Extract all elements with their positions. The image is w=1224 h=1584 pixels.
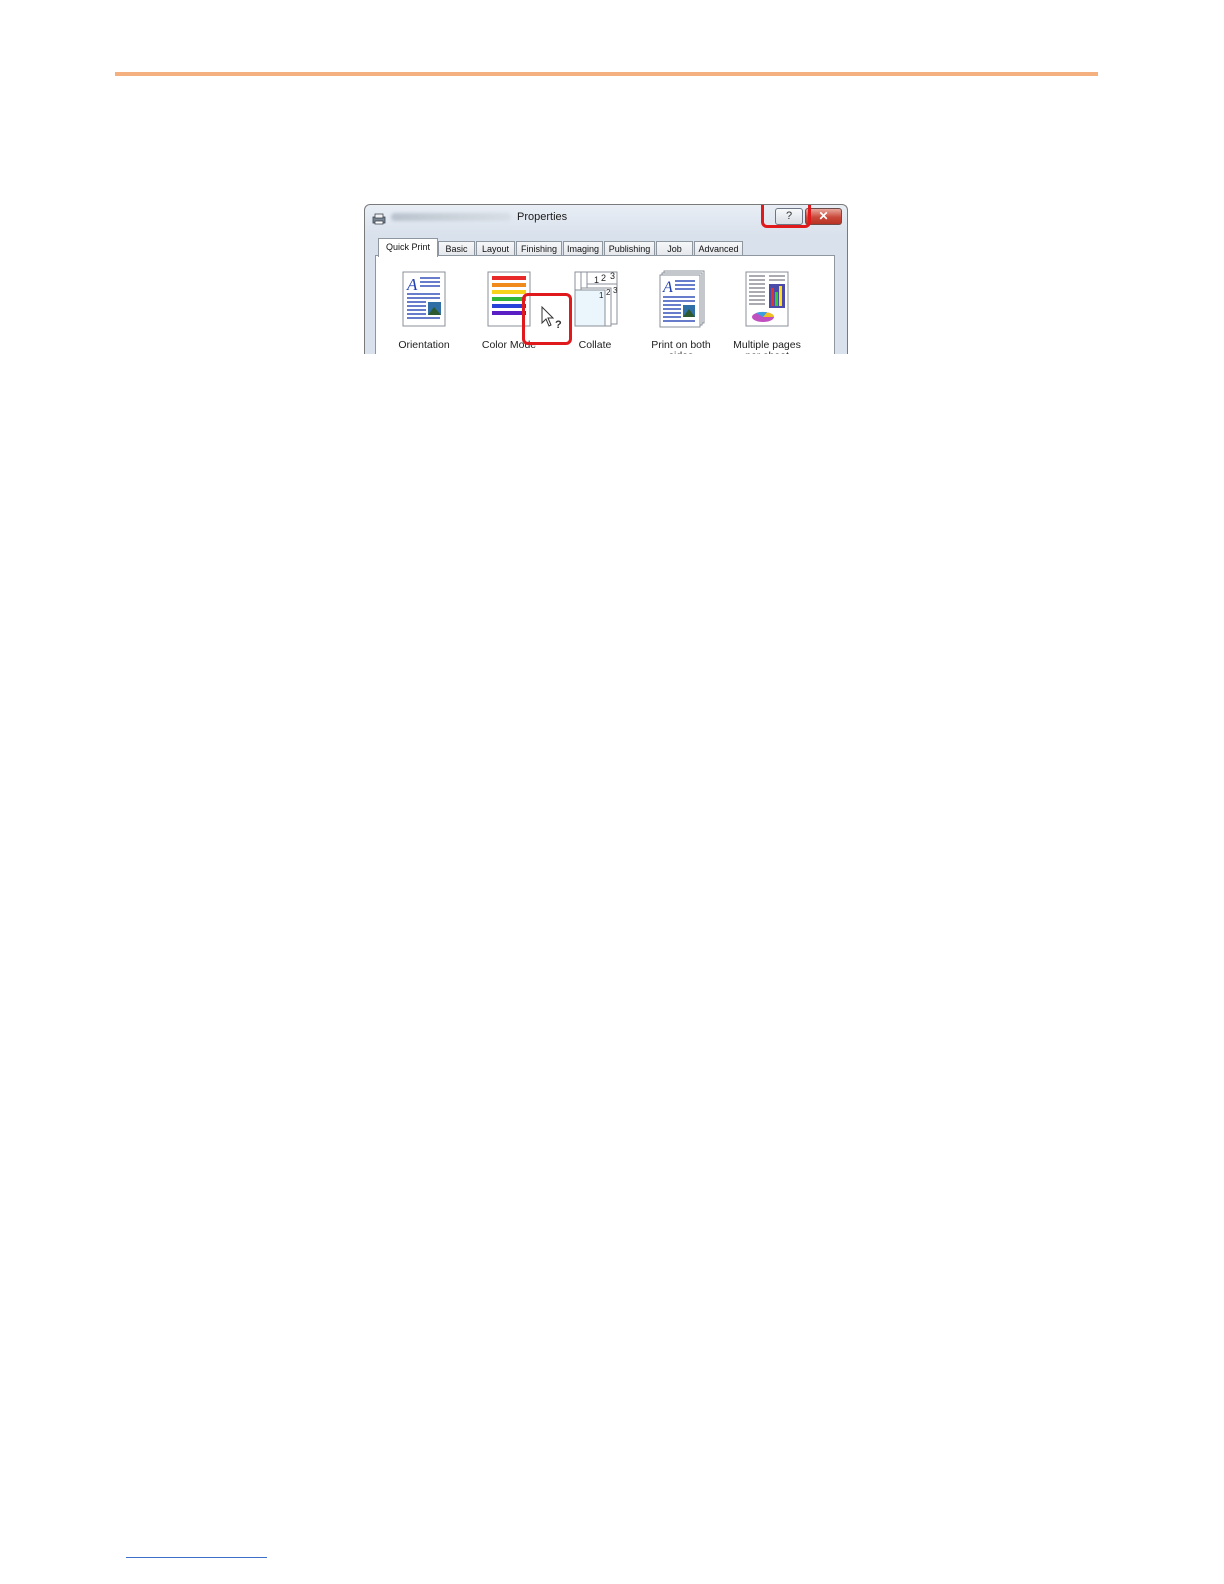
dialog-title: Properties <box>517 211 568 223</box>
collate-number: 3 <box>613 286 618 295</box>
cursor-highlight <box>522 293 572 345</box>
orientation-option[interactable]: A Orientation <box>381 270 467 351</box>
collate-number: 1 <box>594 275 599 285</box>
tab-imaging[interactable]: Imaging <box>563 241 603 256</box>
tab-basic[interactable]: Basic <box>438 241 475 256</box>
svg-text:A: A <box>406 275 418 294</box>
tab-quick-print[interactable]: Quick Print <box>378 238 438 257</box>
duplex-label: Print on both sides <box>651 339 711 355</box>
orientation-label: Orientation <box>398 339 450 351</box>
tab-finishing[interactable]: Finishing <box>516 241 562 256</box>
svg-text:A: A <box>662 279 673 296</box>
help-button-highlight <box>761 205 811 228</box>
multiple-pages-label: Multiple pages per sheet <box>733 339 801 355</box>
collate-number: 1 <box>599 291 604 300</box>
multiple-pages-option[interactable]: Multiple pages per sheet <box>724 270 810 354</box>
footer-link-rule <box>126 1557 267 1558</box>
quick-print-panel: A Orientation Color Mode 1 2 3 1 2 3 Col… <box>375 255 835 354</box>
multiple-pages-icon <box>745 271 789 327</box>
collate-icon: 1 2 3 1 2 3 <box>574 271 618 327</box>
tab-advanced[interactable]: Advanced <box>694 241 743 256</box>
printer-name-redacted <box>391 213 511 221</box>
duplex-icon: A <box>659 270 705 328</box>
tab-job[interactable]: Job <box>656 241 693 256</box>
collate-number: 2 <box>606 288 611 297</box>
printer-icon <box>372 213 386 225</box>
collate-number: 2 <box>601 273 606 283</box>
tab-layout[interactable]: Layout <box>476 241 515 256</box>
header-rule <box>115 72 1098 76</box>
tab-publishing[interactable]: Publishing <box>604 241 655 256</box>
properties-dialog: Properties ? ✕ Quick Print Basic Layout … <box>364 204 848 354</box>
duplex-option[interactable]: A Print on both sides <box>638 270 724 354</box>
collate-number: 3 <box>610 271 615 281</box>
orientation-icon: A <box>402 271 446 327</box>
